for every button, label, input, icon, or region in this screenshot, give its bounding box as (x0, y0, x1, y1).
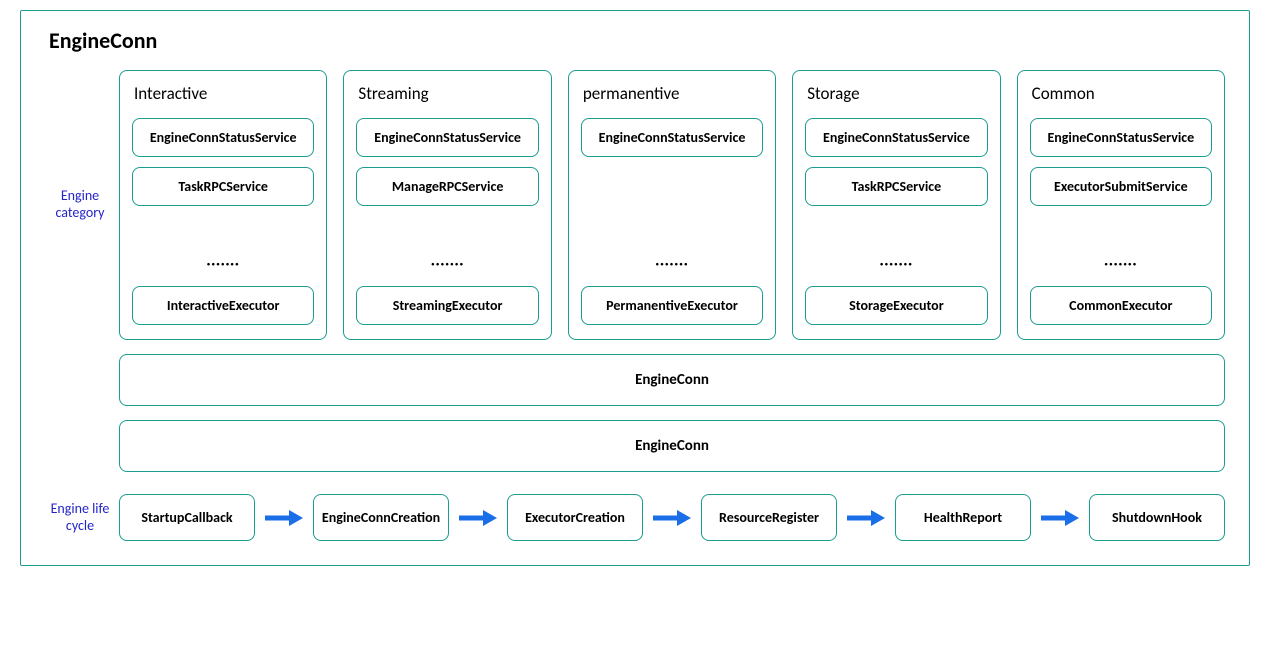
service-box: ExecutorSubmitService (1030, 167, 1212, 206)
container-title: EngineConn (49, 27, 1225, 54)
arrow-right-icon (459, 510, 497, 526)
wide-box-row: EngineConn (45, 420, 1225, 472)
category-title: Common (1032, 83, 1212, 104)
lifecycle-step: ShutdownHook (1089, 494, 1225, 541)
category-box: Interactive EngineConnStatusService TaskRP… (119, 70, 327, 340)
service-box: TaskRPCService (805, 167, 987, 206)
service-box: EngineConnStatusService (581, 118, 763, 157)
engine-category-label: Engine category (45, 188, 115, 222)
lifecycle-group: StartupCallback EngineConnCreation Executo… (119, 494, 1225, 541)
category-row: Engine category Interactive EngineConnSta… (45, 70, 1225, 340)
wide-box-row: EngineConn (45, 354, 1225, 406)
arrow-right-icon (265, 510, 303, 526)
ellipsis: ······· (805, 255, 987, 272)
service-box: EngineConnStatusService (805, 118, 987, 157)
executor-box: InteractiveExecutor (132, 286, 314, 325)
engine-life-cycle-label-text: Engine life cycle (51, 500, 110, 534)
executor-box: StreamingExecutor (356, 286, 538, 325)
arrow-right-icon (847, 510, 885, 526)
category-title: Interactive (134, 83, 314, 104)
lifecycle-step: StartupCallback (119, 494, 255, 541)
lifecycle-step: HealthReport (895, 494, 1031, 541)
engineconn-wide-box: EngineConn (119, 420, 1225, 472)
lifecycle-step: ResourceRegister (701, 494, 837, 541)
engineconn-container: EngineConn Engine category InteractiveEn… (20, 10, 1250, 566)
arrow-right-icon (653, 510, 691, 526)
service-box: EngineConnStatusService (132, 118, 314, 157)
arrow-right-icon (1041, 510, 1079, 526)
lifecycle-step: EngineConnCreation (313, 494, 449, 541)
ellipsis: ······· (132, 255, 314, 272)
categories-group: Interactive EngineConnStatusService TaskRP… (119, 70, 1225, 340)
category-title: permanentive (583, 83, 763, 104)
category-box: Storage EngineConnStatusService TaskRPCSer… (792, 70, 1000, 340)
lifecycle-row: Engine life cycle StartupCallback EngineC… (45, 494, 1225, 541)
category-title: Storage (807, 83, 987, 104)
service-box: TaskRPCService (132, 167, 314, 206)
executor-box: StorageExecutor (805, 286, 987, 325)
category-box: Streaming EngineConnStatusService ManageRP… (343, 70, 551, 340)
wide-boxes-group: EngineConn EngineConn (45, 354, 1225, 472)
engine-life-cycle-label: Engine life cycle (45, 501, 115, 535)
category-box: Common EngineConnStatusService ExecutorSub… (1017, 70, 1225, 340)
engineconn-wide-box: EngineConn (119, 354, 1225, 406)
ellipsis: ······· (1030, 255, 1212, 272)
service-box: EngineConnStatusService (356, 118, 538, 157)
category-title: Streaming (358, 83, 538, 104)
executor-box: PermanentiveExecutor (581, 286, 763, 325)
engine-category-label-text: Engine category (55, 187, 104, 221)
service-box: EngineConnStatusService (1030, 118, 1212, 157)
ellipsis: ······· (356, 255, 538, 272)
category-box: permanentive EngineConnStatusService ·····… (568, 70, 776, 340)
service-box: ManageRPCService (356, 167, 538, 206)
executor-box: CommonExecutor (1030, 286, 1212, 325)
ellipsis: ······· (581, 255, 763, 272)
lifecycle-step: ExecutorCreation (507, 494, 643, 541)
